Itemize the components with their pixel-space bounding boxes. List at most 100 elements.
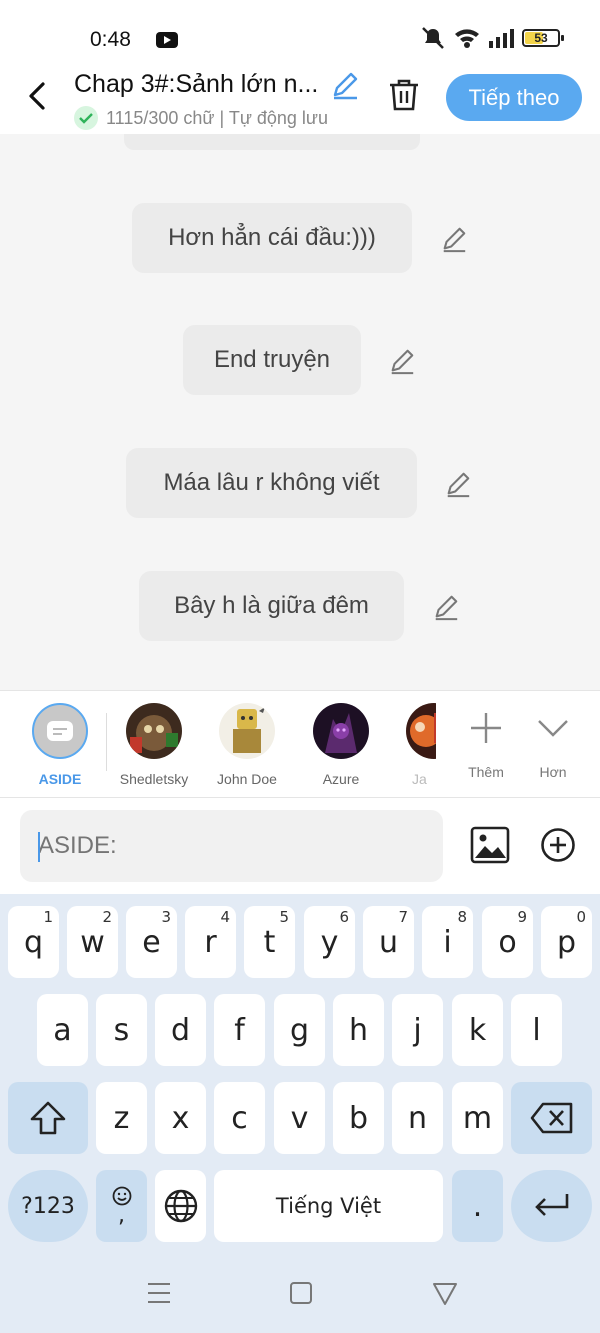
key-q[interactable]: q1: [8, 906, 59, 978]
comma-label: ,: [118, 1203, 125, 1228]
key-u[interactable]: u7: [363, 906, 414, 978]
chevron-left-icon: [29, 82, 45, 110]
key-z[interactable]: z: [96, 1082, 147, 1154]
key-w[interactable]: w2: [67, 906, 118, 978]
youtube-icon: [156, 32, 178, 48]
key-e[interactable]: e3: [126, 906, 177, 978]
key-f[interactable]: f: [214, 994, 265, 1066]
battery-level: 53: [534, 31, 548, 45]
message-input[interactable]: [20, 810, 443, 882]
key-p[interactable]: p0: [541, 906, 592, 978]
character-name: John Doe: [217, 771, 277, 787]
square-icon: [290, 1282, 312, 1304]
space-key[interactable]: Tiếng Việt: [214, 1170, 443, 1242]
edit-message-button[interactable]: [440, 225, 468, 253]
avatar: [313, 703, 369, 759]
next-button[interactable]: Tiếp theo: [446, 74, 582, 121]
key-m[interactable]: m: [452, 1082, 503, 1154]
key-d[interactable]: d: [155, 994, 206, 1066]
shift-key[interactable]: [8, 1082, 88, 1154]
message-row: End truyện: [0, 325, 600, 395]
add-character-label: Thêm: [468, 764, 504, 780]
key-j[interactable]: j: [392, 994, 443, 1066]
character-ja[interactable]: Ja: [394, 703, 436, 787]
character-name: Azure: [322, 771, 360, 787]
key-y[interactable]: y6: [304, 906, 355, 978]
edit-message-button[interactable]: [444, 470, 472, 498]
pencil-icon: [333, 72, 358, 100]
signal-icon: [489, 29, 514, 48]
backspace-icon: [530, 1102, 572, 1134]
add-attachment-button[interactable]: [540, 827, 576, 863]
key-c[interactable]: c: [214, 1082, 265, 1154]
period-key[interactable]: .: [452, 1170, 503, 1242]
check-icon: [74, 106, 98, 130]
home-nav-button[interactable]: [286, 1278, 316, 1308]
character-selector: ASIDE Shedletsky John Doe Azure Ja Thêm …: [0, 690, 600, 798]
message-bubble[interactable]: Hơn hẳn cái đầu:))): [132, 203, 412, 273]
edit-message-button[interactable]: [388, 347, 416, 375]
pencil-icon: [435, 595, 458, 621]
status-icons: 53: [420, 26, 564, 50]
language-key[interactable]: [155, 1170, 206, 1242]
text-caret: [38, 832, 40, 862]
symbols-key[interactable]: ?123: [8, 1170, 88, 1242]
back-button[interactable]: [20, 76, 54, 116]
add-character-button[interactable]: Thêm: [454, 703, 518, 780]
back-nav-button[interactable]: [430, 1278, 460, 1308]
status-bar: 0:48 53: [0, 0, 600, 66]
key-r[interactable]: r4: [185, 906, 236, 978]
message-bubble[interactable]: Bây h là giữa đêm: [139, 571, 404, 641]
message-row: Hơn hẳn cái đầu:))): [0, 203, 600, 273]
character-shedletsky[interactable]: Shedletsky: [114, 703, 194, 787]
character-azure[interactable]: Azure: [301, 703, 381, 787]
character-john-doe[interactable]: John Doe: [207, 703, 287, 787]
editor-header: Chap 3#:Sảnh lớn n... 1115/300 chữ | Tự …: [0, 66, 600, 134]
key-v[interactable]: v: [274, 1082, 325, 1154]
save-status: 1115/300 chữ | Tự động lưu: [74, 106, 328, 130]
key-b[interactable]: b: [333, 1082, 384, 1154]
avatar: [219, 703, 275, 759]
key-g[interactable]: g: [274, 994, 325, 1066]
plus-icon: [471, 713, 501, 743]
key-l[interactable]: l: [511, 994, 562, 1066]
edit-title-button[interactable]: [330, 70, 362, 102]
collapse-characters-button[interactable]: Hơn: [521, 703, 585, 780]
backspace-key[interactable]: [511, 1082, 592, 1154]
menu-nav-button[interactable]: [144, 1278, 174, 1308]
character-aside[interactable]: ASIDE: [20, 703, 100, 787]
avatar: [406, 703, 436, 759]
message-bubble[interactable]: Máa lâu r không viết: [126, 448, 417, 518]
key-o[interactable]: o9: [482, 906, 533, 978]
system-nav-bar: [0, 1254, 600, 1333]
message-row: Bây h là giữa đêm: [0, 571, 600, 641]
edit-message-button[interactable]: [432, 593, 460, 621]
message-bubble-partial[interactable]: [124, 134, 420, 150]
delete-button[interactable]: [388, 78, 422, 112]
message-bubble[interactable]: End truyện: [183, 325, 361, 395]
shift-icon: [30, 1101, 66, 1135]
mute-icon: [422, 27, 444, 49]
key-i[interactable]: i8: [422, 906, 473, 978]
plus-circle-icon: [541, 828, 575, 862]
message-list: Hơn hẳn cái đầu:))) End truyện Máa lâu r…: [0, 134, 600, 690]
emoji-key[interactable]: ,: [96, 1170, 147, 1242]
key-k[interactable]: k: [452, 994, 503, 1066]
key-h[interactable]: h: [333, 994, 384, 1066]
message-row: Máa lâu r không viết: [0, 448, 600, 518]
character-name: Shedletsky: [119, 771, 189, 787]
insert-image-button[interactable]: [470, 825, 510, 865]
pencil-icon: [443, 227, 466, 253]
trash-icon: [390, 79, 418, 111]
image-icon: [470, 826, 510, 864]
pencil-icon: [391, 349, 414, 375]
collapse-label: Hơn: [539, 764, 567, 780]
key-t[interactable]: t5: [244, 906, 295, 978]
key-a[interactable]: a: [37, 994, 88, 1066]
enter-key[interactable]: [511, 1170, 592, 1242]
key-n[interactable]: n: [392, 1082, 443, 1154]
status-time: 0:48: [90, 28, 131, 51]
key-s[interactable]: s: [96, 994, 147, 1066]
key-x[interactable]: x: [155, 1082, 206, 1154]
globe-icon: [164, 1189, 197, 1223]
